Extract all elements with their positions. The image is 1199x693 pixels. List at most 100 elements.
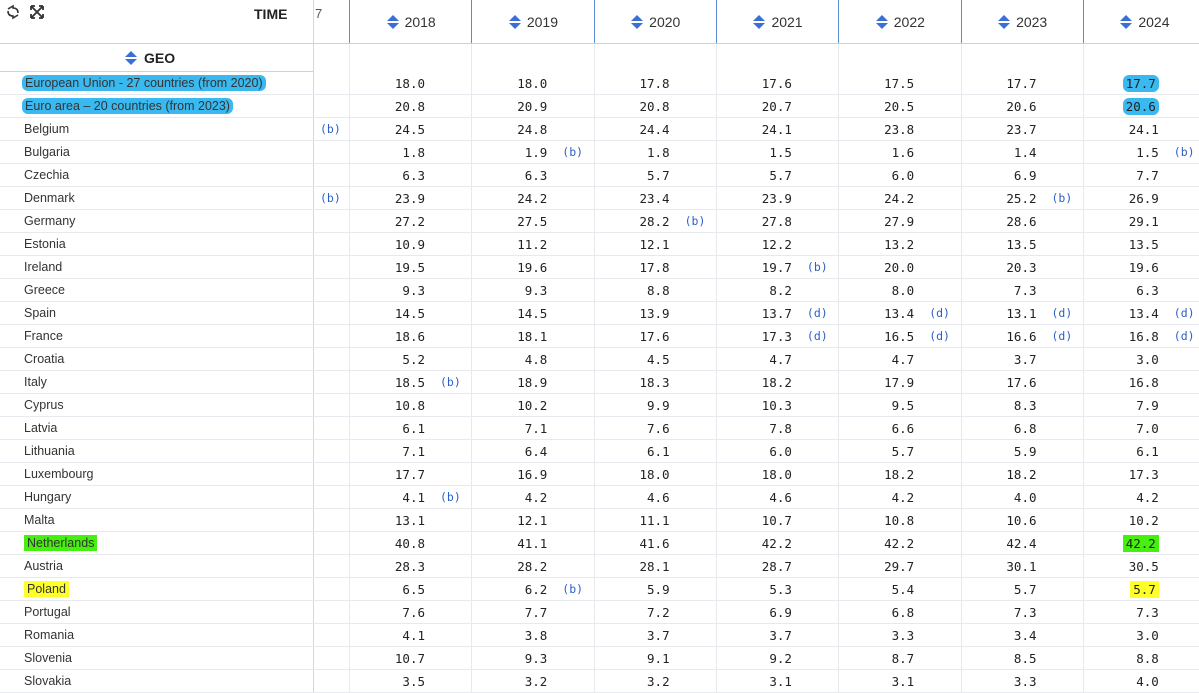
value-cell: 42.2 [884,536,915,551]
value-cell: 18.2 [1006,467,1037,482]
value-cell: 7.7 [1136,168,1159,183]
sort-icon[interactable] [386,14,400,30]
year-header-2018[interactable]: 2018 [349,0,471,43]
sort-icon[interactable] [997,14,1011,30]
country-label[interactable]: Bulgaria [24,145,70,159]
country-label[interactable]: Italy [24,375,47,389]
value-cell: 6.8 [891,605,915,620]
country-label[interactable]: Ireland [24,260,62,274]
country-label[interactable]: Greece [24,283,65,297]
value-cell: 20.5 [884,99,915,114]
country-label[interactable]: Austria [24,559,63,573]
country-label[interactable]: Malta [24,513,55,527]
time-dimension-label: TIME [254,6,288,22]
country-label[interactable]: Estonia [24,237,66,251]
value-cell: 3.3 [1013,674,1037,689]
year-header-2024[interactable]: 2024 [1082,0,1199,43]
country-label[interactable]: Hungary [24,490,71,504]
value-cell: 17.6 [1006,375,1037,390]
year-header-2021[interactable]: 2021 [715,0,838,43]
country-label[interactable]: Netherlands [24,535,98,551]
value-cell: 8.3 [1013,398,1037,413]
value-cell: 18.6 [394,329,425,344]
value-cell: 4.0 [1013,490,1037,505]
country-label[interactable]: Germany [24,214,75,228]
value-cell: 6.8 [1013,421,1037,436]
sort-icon[interactable] [508,14,522,30]
country-label[interactable]: Romania [24,628,74,642]
value-cell: 6.1 [1136,444,1159,459]
value-cell: 28.2 [517,559,548,574]
year-header-2019[interactable]: 2019 [471,0,593,43]
value-cell: 20.8 [394,99,425,114]
status-flag: (d) [929,306,950,320]
value-cell: 5.9 [1013,444,1037,459]
value-cell: 9.3 [524,283,548,298]
value-cell: 5.7 [1013,582,1037,597]
value-cell: 3.1 [769,674,792,689]
value-cell: 20.7 [761,99,792,114]
table-row: Romania 4.1 3.8 3.7 3.7 3.3 3.4 3.0 [0,624,1199,647]
value-cell: 6.9 [769,605,792,620]
value-cell: 16.5 [884,329,915,344]
country-label[interactable]: European Union - 27 countries (from 2020… [22,75,266,91]
value-cell: 23.9 [394,191,425,206]
country-label[interactable]: Slovenia [24,651,72,665]
country-label[interactable]: France [24,329,63,343]
sort-icon[interactable] [1119,14,1133,30]
year-label: 2021 [771,13,803,30]
refresh-icon[interactable] [5,4,21,20]
value-cell: 10.8 [394,398,425,413]
table-row: Slovenia 10.7 9.3 9.1 9.2 8.7 8.5 8.8 [0,647,1199,670]
value-cell: 14.5 [394,306,425,321]
value-cell: 17.8 [639,260,670,275]
value-cell: 28.7 [761,559,792,574]
year-label: 2022 [893,13,925,30]
sort-icon[interactable] [875,14,889,30]
value-cell: 8.8 [647,283,670,298]
value-cell: 16.8 [1128,375,1159,390]
sort-icon[interactable] [124,50,138,66]
value-cell: 4.7 [891,352,915,367]
value-cell: 6.0 [769,444,792,459]
country-label[interactable]: Euro area – 20 countries (from 2023) [22,98,233,114]
country-label[interactable]: Spain [24,306,56,320]
value-cell: 8.7 [891,651,915,666]
country-label[interactable]: Poland [24,581,69,597]
sort-icon[interactable] [752,14,766,30]
fullscreen-icon[interactable] [29,4,45,20]
value-cell: 6.1 [402,421,425,436]
value-cell: 4.1 [402,628,425,643]
value-cell: 5.9 [647,582,670,597]
country-label[interactable]: Belgium [24,122,69,136]
value-cell: 27.8 [761,214,792,229]
value-cell: 10.6 [1006,513,1037,528]
sort-icon[interactable] [630,14,644,30]
country-label[interactable]: Portugal [24,605,71,619]
country-label[interactable]: Czechia [24,168,69,182]
country-label[interactable]: Latvia [24,421,57,435]
country-label[interactable]: Luxembourg [24,467,94,481]
value-cell: 1.8 [402,145,425,160]
value-cell: 1.5 [1136,145,1159,160]
value-cell: 8.5 [1013,651,1037,666]
year-label: 2023 [1016,13,1048,30]
country-label[interactable]: Cyprus [24,398,64,412]
year-header-2020[interactable]: 2020 [593,0,716,43]
country-label[interactable]: Slovakia [24,674,71,688]
table-row: France 18.6 18.1 17.6 17.3 (d) 16.5 (d) 16.6 (d) 1… [0,325,1199,348]
country-label[interactable]: Lithuania [24,444,75,458]
year-header-2023[interactable]: 2023 [960,0,1083,43]
value-cell: 7.1 [524,421,548,436]
year-label: 2024 [1138,13,1170,30]
table-row: Ireland 19.5 19.6 17.8 19.7 (b) 20.0 20.3 19.6 [0,256,1199,279]
country-label[interactable]: Croatia [24,352,64,366]
year-header-2022[interactable]: 2022 [838,0,960,43]
value-cell: 24.1 [1128,122,1159,137]
value-cell: 17.3 [1128,467,1159,482]
value-cell: 3.3 [891,628,915,643]
country-label[interactable]: Denmark [24,191,75,205]
value-cell: 12.1 [639,237,670,252]
status-flag: (d) [806,329,828,343]
geo-dimension-header[interactable]: GEO [124,50,175,66]
